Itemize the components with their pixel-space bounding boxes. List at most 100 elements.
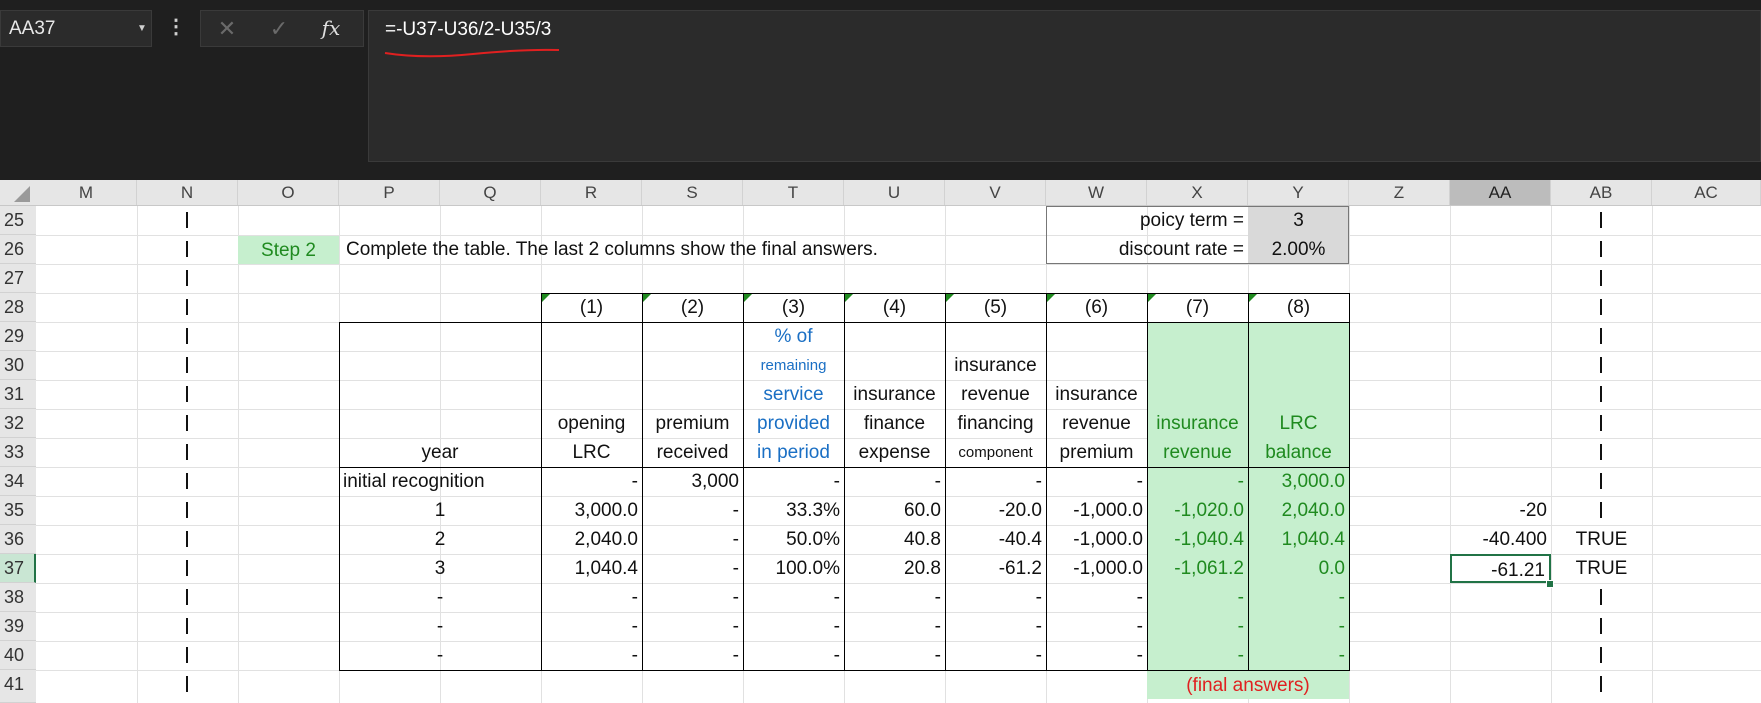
table-cell[interactable]: - (945, 467, 1046, 496)
table-cell[interactable]: - (743, 612, 844, 641)
table-cell[interactable]: 3,000.0 (1248, 467, 1349, 496)
table-cell[interactable]: 20.8 (844, 554, 945, 583)
check-icon[interactable]: ✓ (259, 11, 299, 46)
row-header-39[interactable]: 39 (0, 612, 36, 641)
table-cell[interactable]: -1,000.0 (1046, 525, 1147, 554)
column-header-n[interactable]: N (137, 180, 238, 205)
column-header-m[interactable]: M (36, 180, 137, 205)
table-cell[interactable]: - (1046, 583, 1147, 612)
row-header-40[interactable]: 40 (0, 641, 36, 670)
column-header-z[interactable]: Z (1349, 180, 1450, 205)
table-cell[interactable]: - (945, 641, 1046, 670)
table-year-cell[interactable]: initial recognition (339, 467, 541, 496)
table-cell[interactable]: - (642, 496, 743, 525)
policy-term-value[interactable]: 3 (1248, 206, 1349, 235)
table-cell[interactable]: -1,061.2 (1147, 554, 1248, 583)
column-header-ab[interactable]: AB (1551, 180, 1652, 205)
table-year-cell[interactable]: 2 (339, 525, 541, 554)
table-cell[interactable]: - (541, 641, 642, 670)
row-header-35[interactable]: 35 (0, 496, 36, 525)
table-cell[interactable]: - (541, 612, 642, 641)
table-year-cell[interactable]: - (339, 583, 541, 612)
cell-ab37[interactable]: TRUE (1551, 554, 1652, 583)
table-cell[interactable]: - (844, 612, 945, 641)
table-year-cell[interactable]: 1 (339, 496, 541, 525)
column-header-q[interactable]: Q (440, 180, 541, 205)
table-cell[interactable]: -20.0 (945, 496, 1046, 525)
column-header-t[interactable]: T (743, 180, 844, 205)
row-header-25[interactable]: 25 (0, 206, 36, 235)
table-cell[interactable]: -1,020.0 (1147, 496, 1248, 525)
column-header-ac[interactable]: AC (1652, 180, 1761, 205)
row-header-34[interactable]: 34 (0, 467, 36, 496)
table-cell[interactable]: 1,040.4 (1248, 525, 1349, 554)
column-header-o[interactable]: O (238, 180, 339, 205)
column-header-aa[interactable]: AA (1450, 180, 1551, 205)
column-header-v[interactable]: V (945, 180, 1046, 205)
column-header-y[interactable]: Y (1248, 180, 1349, 205)
table-cell[interactable]: - (1248, 641, 1349, 670)
discount-rate-value[interactable]: 2.00% (1248, 235, 1349, 264)
column-header-s[interactable]: S (642, 180, 743, 205)
table-cell[interactable]: 50.0% (743, 525, 844, 554)
table-cell[interactable]: 100.0% (743, 554, 844, 583)
table-cell[interactable]: - (642, 641, 743, 670)
table-cell[interactable]: 60.0 (844, 496, 945, 525)
table-cell[interactable]: -40.4 (945, 525, 1046, 554)
table-cell[interactable]: -1,040.4 (1147, 525, 1248, 554)
cell-aa35[interactable]: -20 (1450, 496, 1551, 525)
table-cell[interactable]: - (642, 583, 743, 612)
row-header-36[interactable]: 36 (0, 525, 36, 554)
cell-aa36[interactable]: -40.400 (1450, 525, 1551, 554)
table-cell[interactable]: 3,000 (642, 467, 743, 496)
table-cell[interactable]: 3,000.0 (541, 496, 642, 525)
row-header-37[interactable]: 37 (0, 554, 36, 583)
table-cell[interactable]: - (642, 612, 743, 641)
fx-icon[interactable]: fx (311, 11, 351, 46)
formula-input[interactable]: =-U37-U36/2-U35/3 (368, 10, 1761, 162)
table-cell[interactable]: - (1046, 467, 1147, 496)
row-header-29[interactable]: 29 (0, 322, 36, 351)
table-cell[interactable]: - (743, 467, 844, 496)
name-box[interactable]: AA37 (0, 10, 152, 47)
row-header-31[interactable]: 31 (0, 380, 36, 409)
row-header-30[interactable]: 30 (0, 351, 36, 380)
table-year-cell[interactable]: - (339, 641, 541, 670)
close-icon[interactable]: ✕ (207, 11, 247, 46)
table-cell[interactable]: - (1147, 612, 1248, 641)
table-cell[interactable]: 2,040.0 (1248, 496, 1349, 525)
table-cell[interactable]: 2,040.0 (541, 525, 642, 554)
column-header-w[interactable]: W (1046, 180, 1147, 205)
cell-aa37-selected[interactable]: -61.21 (1450, 554, 1551, 583)
table-cell[interactable]: - (1046, 641, 1147, 670)
more-vertical-icon[interactable]: ⋮ (166, 10, 186, 47)
table-cell[interactable]: -61.2 (945, 554, 1046, 583)
table-cell[interactable]: - (945, 583, 1046, 612)
select-all-corner[interactable] (0, 180, 36, 205)
table-cell[interactable]: - (844, 467, 945, 496)
table-cell[interactable]: - (642, 554, 743, 583)
column-header-u[interactable]: U (844, 180, 945, 205)
row-header-28[interactable]: 28 (0, 293, 36, 322)
table-cell[interactable]: -1,000.0 (1046, 554, 1147, 583)
row-header-27[interactable]: 27 (0, 264, 36, 293)
table-cell[interactable]: - (1248, 612, 1349, 641)
chevron-down-icon[interactable]: ▼ (134, 10, 150, 47)
table-cell[interactable]: - (844, 583, 945, 612)
column-header-r[interactable]: R (541, 180, 642, 205)
table-cell[interactable]: - (642, 525, 743, 554)
row-header-38[interactable]: 38 (0, 583, 36, 612)
table-cell[interactable]: - (1248, 583, 1349, 612)
table-cell[interactable]: - (945, 612, 1046, 641)
table-cell[interactable]: - (1147, 641, 1248, 670)
table-cell[interactable]: - (1147, 583, 1248, 612)
table-year-cell[interactable]: 3 (339, 554, 541, 583)
table-cell[interactable]: - (1046, 612, 1147, 641)
table-year-cell[interactable]: - (339, 612, 541, 641)
row-header-41[interactable]: 41 (0, 670, 36, 703)
table-cell[interactable]: - (743, 641, 844, 670)
table-cell[interactable]: 33.3% (743, 496, 844, 525)
table-cell[interactable]: 1,040.4 (541, 554, 642, 583)
column-header-x[interactable]: X (1147, 180, 1248, 205)
table-cell[interactable]: - (743, 583, 844, 612)
